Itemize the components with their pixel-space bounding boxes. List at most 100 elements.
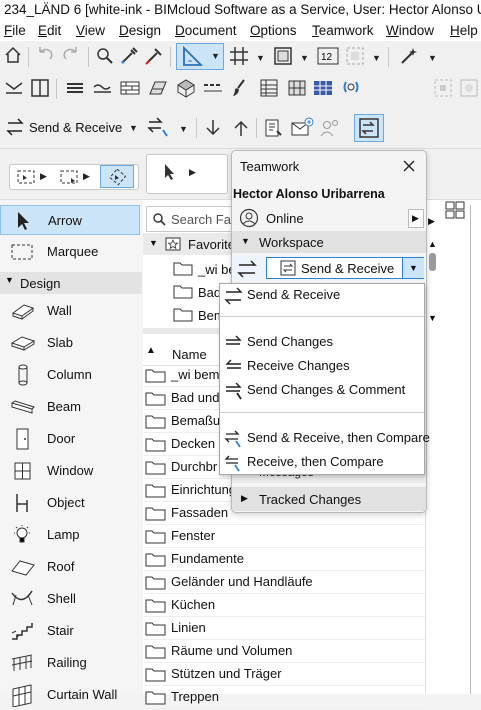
- wand-dropdown-icon[interactable]: ▼: [428, 53, 437, 63]
- teamwork-titlebar[interactable]: Teamwork: [232, 151, 426, 181]
- folder-row[interactable]: Linien: [143, 616, 425, 640]
- tool-window[interactable]: Window: [0, 456, 142, 486]
- layers-icon[interactable]: [64, 77, 88, 101]
- grid-dropdown-icon[interactable]: ▼: [256, 53, 265, 63]
- magic-wand-icon[interactable]: [398, 45, 422, 69]
- entire-dropdown-icon[interactable]: ▶: [83, 171, 90, 182]
- send-receive-dropdown-arrow[interactable]: ▼: [402, 258, 424, 278]
- send-receive-select[interactable]: Send & Receive ▼: [266, 257, 424, 279]
- request-icon[interactable]: [262, 117, 286, 141]
- right-panel: [425, 200, 481, 694]
- send-receive-toolbar-button[interactable]: Send & Receive ▼: [5, 117, 145, 141]
- design-section-header[interactable]: ▼ Design: [0, 272, 142, 294]
- status-expand-icon[interactable]: ▶: [408, 209, 424, 228]
- layer-dropdown-icon[interactable]: ▼: [372, 53, 381, 63]
- send-receive-dropdown-icon[interactable]: ▼: [129, 123, 138, 133]
- composite-icon[interactable]: [258, 77, 282, 101]
- tool-slab[interactable]: Slab: [0, 328, 142, 358]
- reserve-icon[interactable]: [202, 117, 226, 141]
- folder-row[interactable]: Treppen: [143, 685, 425, 709]
- tool-door[interactable]: Door: [0, 424, 142, 454]
- paint-brush-icon[interactable]: [230, 77, 254, 101]
- menu-item-receive-changes[interactable]: Receive Changes: [220, 355, 424, 377]
- menu-help[interactable]: Help: [450, 23, 478, 38]
- partial-elements-icon[interactable]: [15, 166, 39, 190]
- scroll-down-icon[interactable]: ▼: [428, 313, 437, 323]
- split-view-icon[interactable]: [29, 77, 53, 101]
- menu-window[interactable]: Window: [386, 23, 434, 38]
- folder-row[interactable]: Stützen und Träger: [143, 662, 425, 686]
- scale-icon[interactable]: 12: [316, 45, 340, 69]
- rotated-marquee-icon[interactable]: [100, 165, 134, 188]
- entire-elements-icon[interactable]: [58, 166, 82, 190]
- menu-file[interactable]: File: [4, 23, 26, 38]
- gravity-dropdown-icon[interactable]: ▼: [300, 53, 309, 63]
- tool-object[interactable]: Object: [0, 488, 142, 518]
- tool-curtain-wall[interactable]: Curtain Wall: [0, 680, 142, 710]
- eyedropper-icon[interactable]: [118, 45, 142, 69]
- folder-row[interactable]: Räume und Volumen: [143, 639, 425, 663]
- profile-icon[interactable]: [286, 77, 310, 101]
- fill-icon[interactable]: [119, 77, 143, 101]
- folder-row[interactable]: Fundamente: [143, 547, 425, 571]
- guide-line-button[interactable]: ▼: [176, 43, 224, 70]
- panel-layout-icon[interactable]: [444, 200, 468, 222]
- redo-icon[interactable]: [60, 45, 84, 69]
- tool-column[interactable]: Column: [0, 360, 142, 390]
- menu-options[interactable]: Options: [250, 23, 297, 38]
- arrow-pointer-icon[interactable]: [159, 161, 183, 185]
- tool-lamp[interactable]: Lamp: [0, 520, 142, 550]
- workspace-section-header[interactable]: ▼ Workspace: [232, 231, 426, 253]
- menu-item-send-receive-compare[interactable]: Send & Receive, then Compare: [220, 427, 430, 449]
- undo-icon[interactable]: [34, 45, 58, 69]
- folder-row[interactable]: Geländer und Handläufe: [143, 570, 425, 594]
- compare-icon[interactable]: [146, 116, 170, 140]
- menu-item-send-receive[interactable]: Send & Receive: [220, 284, 424, 306]
- menu-item-send-changes[interactable]: Send Changes: [220, 331, 424, 353]
- close-icon[interactable]: [402, 159, 416, 173]
- menu-edit[interactable]: Edit: [38, 23, 61, 38]
- compare-dropdown-icon[interactable]: ▼: [179, 124, 188, 134]
- line-type-icon[interactable]: [202, 77, 226, 101]
- folder-row[interactable]: Küchen: [143, 593, 425, 617]
- scroll-right-icon[interactable]: ▶: [428, 216, 435, 227]
- tool-railing[interactable]: Railing: [0, 648, 142, 678]
- users-icon[interactable]: [318, 117, 342, 141]
- tool-beam[interactable]: Beam: [0, 392, 142, 422]
- find-select-icon[interactable]: [94, 45, 118, 69]
- partial-dropdown-icon[interactable]: ▶: [40, 171, 47, 182]
- online-status-row[interactable]: Online ▶: [232, 206, 426, 230]
- panel-scrollbar-thumb[interactable]: [429, 253, 436, 271]
- tool-marquee[interactable]: Marquee: [0, 237, 142, 267]
- tool-wall[interactable]: Wall: [0, 296, 142, 326]
- release-icon[interactable]: [230, 117, 254, 141]
- tool-roof[interactable]: Roof: [0, 552, 142, 582]
- surface-icon[interactable]: [175, 77, 199, 101]
- mep-icon[interactable]: [340, 77, 364, 101]
- tool-shell[interactable]: Shell: [0, 584, 142, 614]
- view-toggle-icon[interactable]: [3, 77, 27, 101]
- teamwork-palette-button[interactable]: [354, 114, 384, 142]
- scroll-up-icon[interactable]: ▲: [428, 239, 437, 249]
- favorites-search-field[interactable]: Search Favorites: [146, 206, 269, 232]
- grid-snap-icon[interactable]: [228, 45, 252, 69]
- pen-set-icon[interactable]: [92, 77, 116, 101]
- menu-teamwork[interactable]: Teamwork: [312, 23, 374, 38]
- menu-item-receive-compare[interactable]: Receive, then Compare: [220, 451, 424, 473]
- message-icon[interactable]: [290, 117, 314, 141]
- menu-design[interactable]: Design: [119, 23, 161, 38]
- folder-row[interactable]: Fenster: [143, 524, 425, 548]
- zone-category-icon[interactable]: [312, 77, 336, 101]
- layer-combination-icon[interactable]: [344, 45, 368, 69]
- syringe-icon[interactable]: [143, 45, 167, 69]
- menu-item-send-comment[interactable]: Send Changes & Comment: [220, 379, 424, 401]
- tracked-changes-section-header[interactable]: ▶ Tracked Changes: [232, 487, 426, 511]
- menu-view[interactable]: View: [76, 23, 105, 38]
- arrow-mode-dropdown-icon[interactable]: ▶: [189, 167, 196, 178]
- building-material-icon[interactable]: [147, 77, 171, 101]
- tool-arrow[interactable]: Arrow: [0, 205, 140, 235]
- tool-stair[interactable]: Stair: [0, 616, 142, 646]
- menu-document[interactable]: Document: [175, 23, 237, 38]
- gravity-icon[interactable]: [272, 45, 296, 69]
- home-icon[interactable]: [3, 45, 27, 69]
